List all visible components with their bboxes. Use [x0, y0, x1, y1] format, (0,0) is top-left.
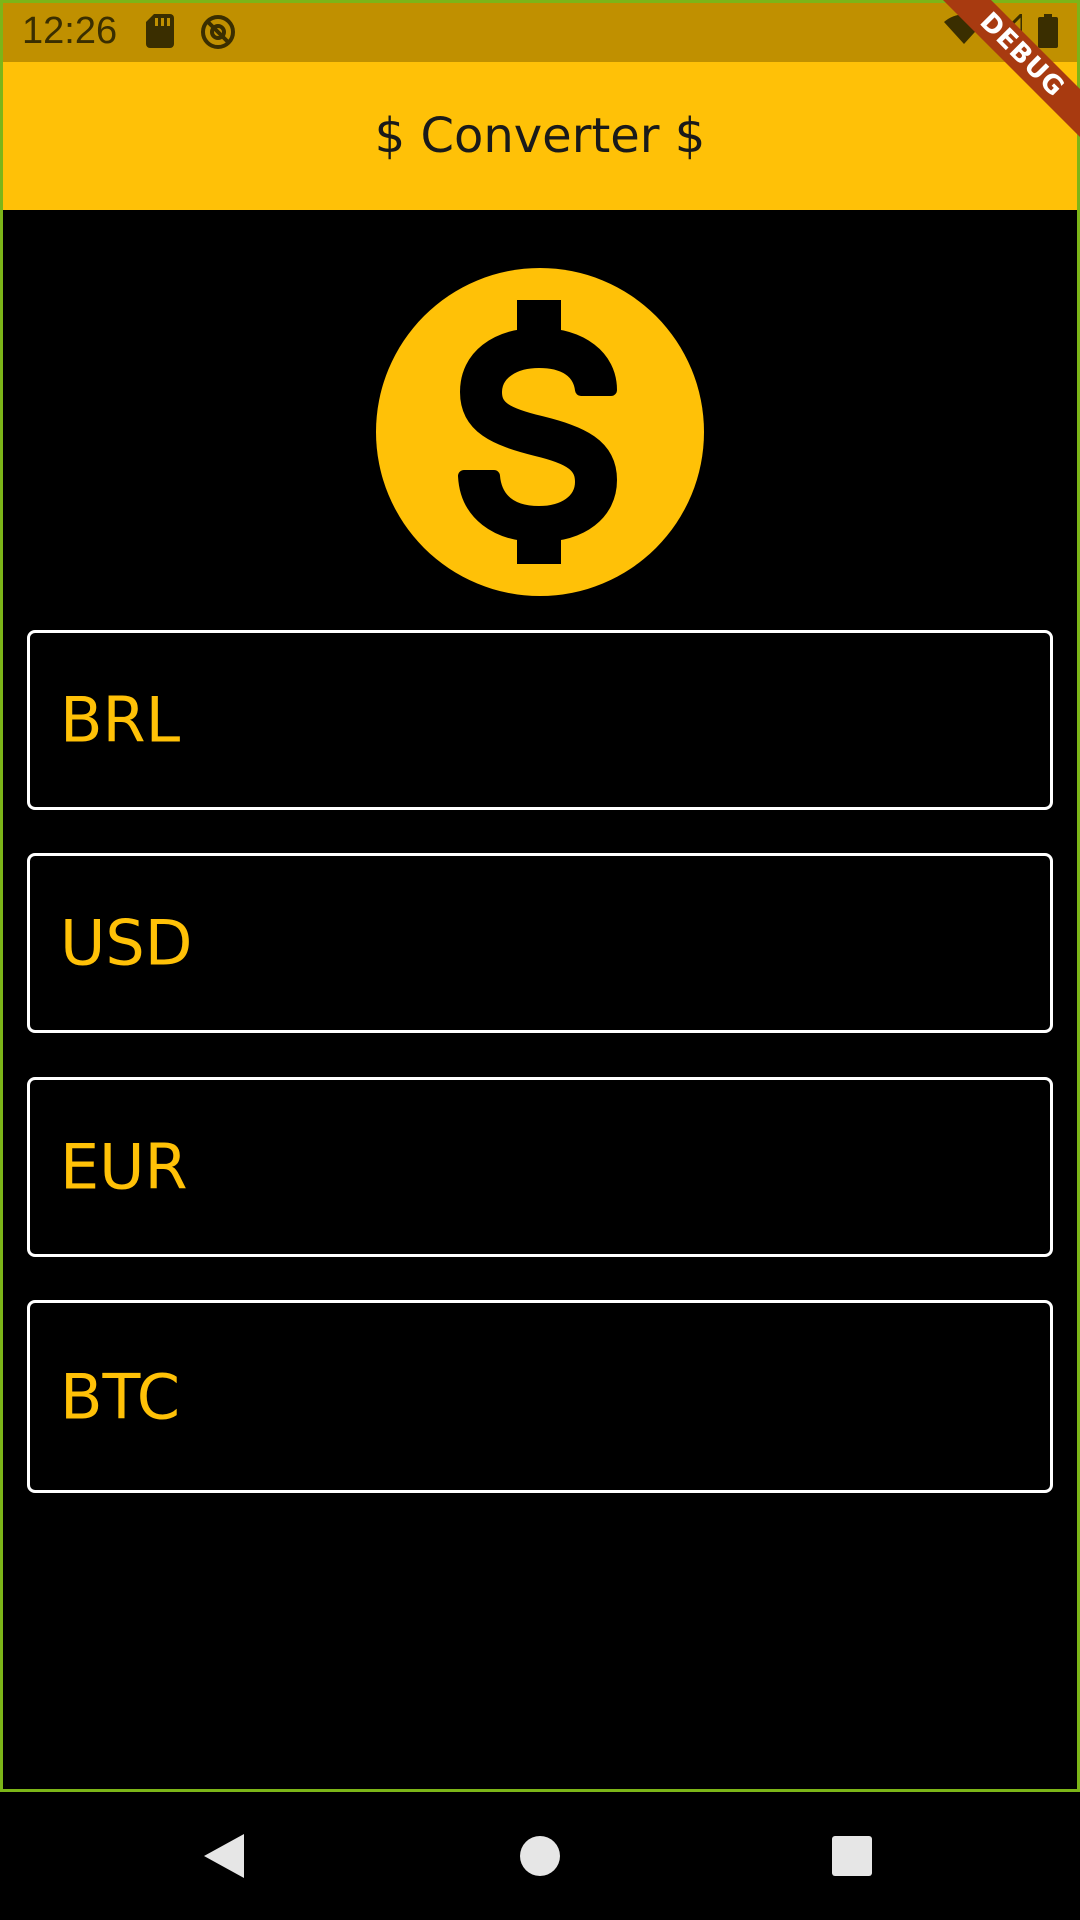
navigation-bar [0, 1792, 1080, 1920]
status-time: 12:26 [22, 10, 118, 52]
page-title: $ Converter $ [374, 108, 706, 164]
app-screen: 12:26 $ Converter $ DEBUG BRL USD EUR BT… [0, 0, 1080, 1920]
btc-field[interactable]: BTC [27, 1300, 1053, 1493]
eur-label: EUR [60, 1130, 188, 1204]
home-icon[interactable] [510, 1826, 570, 1886]
app-bar: $ Converter $ [0, 62, 1080, 210]
brl-field[interactable]: BRL [27, 630, 1053, 810]
btc-label: BTC [60, 1360, 181, 1433]
status-bar: 12:26 [0, 0, 1080, 62]
back-icon[interactable] [196, 1826, 256, 1886]
recents-icon[interactable] [822, 1826, 882, 1886]
brl-label: BRL [60, 683, 181, 757]
battery-icon [1038, 14, 1058, 53]
main-content: BRL USD EUR BTC [0, 210, 1080, 1792]
eur-field[interactable]: EUR [27, 1077, 1053, 1257]
dollar-coin-icon [376, 268, 704, 596]
sd-card-icon [146, 14, 174, 53]
usd-label: USD [60, 906, 193, 980]
at-sign-icon [200, 14, 236, 55]
usd-field[interactable]: USD [27, 853, 1053, 1033]
